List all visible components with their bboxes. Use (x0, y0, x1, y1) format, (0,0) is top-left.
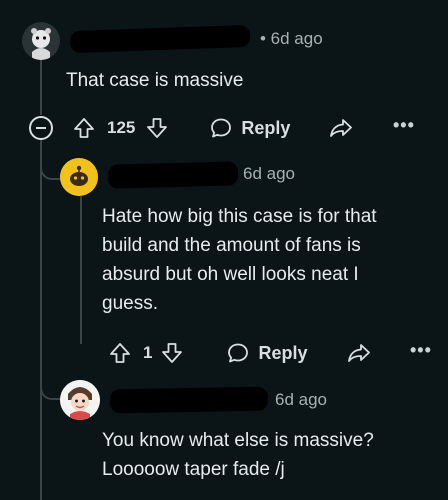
thread-elbow (40, 150, 60, 180)
avatar-image (60, 158, 98, 196)
comment-actions: 125 Reply (72, 114, 354, 142)
reply-button[interactable]: Reply (226, 341, 308, 365)
upvote-button[interactable] (72, 116, 96, 140)
avatar[interactable] (60, 380, 100, 420)
reply-button[interactable]: Reply (209, 116, 290, 140)
downvote-button[interactable] (160, 341, 184, 365)
speech-bubble-icon (211, 118, 232, 138)
avatar[interactable] (60, 158, 98, 196)
ellipsis-icon: ••• (393, 115, 415, 135)
avatar[interactable] (22, 22, 60, 60)
arrow-down-icon (162, 343, 183, 363)
reply-label: Reply (258, 342, 308, 363)
upvote-button[interactable] (108, 341, 132, 365)
more-options-button[interactable]: ••• (393, 115, 415, 136)
comment-timestamp: 6d ago (275, 390, 327, 409)
redacted-username (107, 161, 239, 189)
comment-body: Hate how big this case is for that build… (102, 206, 377, 314)
comment-actions: 1 Reply (108, 339, 372, 367)
speech-bubble-icon (228, 343, 249, 363)
avatar-image (22, 22, 60, 60)
collapse-button[interactable] (28, 115, 54, 141)
arrow-up-icon (110, 343, 130, 363)
vote-count: 125 (107, 118, 136, 137)
comment-timestamp: 6d ago (243, 164, 295, 183)
comment-body: You know what else is massive? Looooow t… (102, 430, 374, 480)
share-arrow-icon (347, 344, 370, 362)
redacted-username (109, 386, 269, 414)
redacted-username (69, 24, 251, 54)
share-arrow-icon (330, 119, 353, 137)
share-button[interactable] (346, 341, 372, 365)
avatar-image (60, 380, 100, 420)
downvote-button[interactable] (145, 116, 169, 140)
comment-body: That case is massive (66, 70, 244, 91)
minus-circle-icon (29, 116, 53, 140)
more-options-button[interactable]: ••• (410, 340, 432, 361)
comment-timestamp: • 6d ago (260, 29, 323, 48)
thread-line (40, 140, 42, 500)
arrow-down-icon (147, 118, 168, 138)
arrow-up-icon (74, 118, 94, 138)
thread-line (80, 196, 82, 344)
vote-count: 1 (143, 343, 153, 362)
share-button[interactable] (328, 116, 354, 140)
thread-elbow (40, 370, 60, 400)
reply-label: Reply (241, 117, 291, 138)
thread-line (40, 60, 42, 115)
ellipsis-icon: ••• (410, 340, 432, 360)
